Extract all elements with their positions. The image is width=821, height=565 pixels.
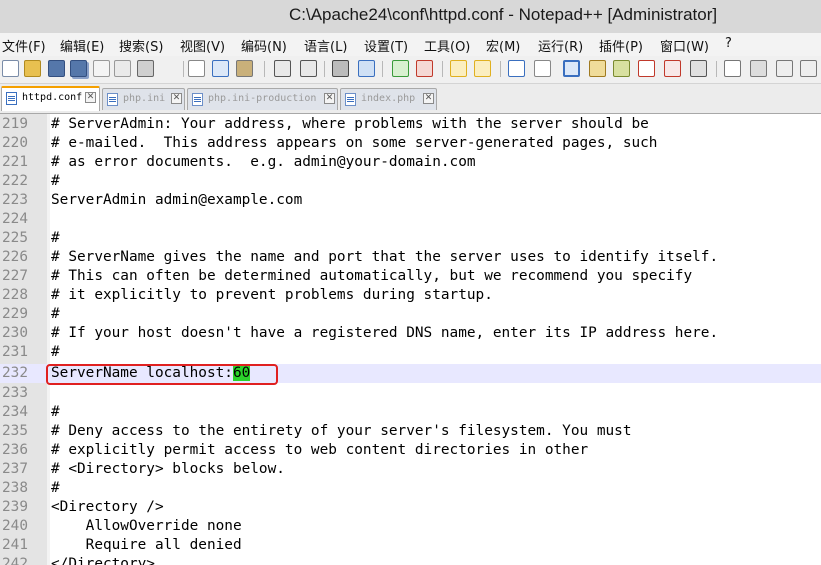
copy-icon[interactable] [212,60,229,77]
play-macro-icon[interactable] [776,60,793,77]
zoom-in-icon[interactable] [392,60,409,77]
udl-icon[interactable] [589,60,606,77]
code-line[interactable]: 221 # as error documents. e.g. admin@your… [0,153,821,172]
close-icon[interactable]: ✕ [324,93,335,104]
menu-run[interactable]: 运行(R) [538,36,583,55]
code-line[interactable]: 227 # This can often be determined automa… [0,267,821,286]
code-line[interactable]: 226 # ServerName gives the name and port … [0,248,821,267]
record-macro-icon[interactable] [724,60,741,77]
menu-settings[interactable]: 设置(T) [364,36,408,55]
editor-pane[interactable]: 219 # ServerAdmin: Your address, where pr… [0,114,821,565]
indent-guide-icon[interactable] [563,60,580,77]
show-all-chars-icon[interactable] [534,60,551,77]
run-macro-icon[interactable] [800,60,817,77]
code-line[interactable]: 225 # [0,229,821,248]
tab-index-php[interactable]: index.php ✕ [340,88,437,110]
close-icon[interactable]: ✕ [423,93,434,104]
menu-file[interactable]: 文件(F) [2,36,46,55]
find-icon[interactable] [332,60,349,77]
code-line[interactable]: 235 # Deny access to the entirety of your… [0,422,821,441]
code-line[interactable]: 236 # explicitly permit access to web con… [0,441,821,460]
document-icon [107,93,118,106]
code-line[interactable]: 242 </Directory> [0,555,821,565]
paste-icon[interactable] [236,60,253,77]
document-icon [192,93,203,106]
code-line[interactable]: 228 # it explicitly to prevent problems d… [0,286,821,305]
tab-httpd-conf[interactable]: httpd.conf ✕ [1,86,100,111]
print-icon[interactable] [137,60,154,77]
save-icon[interactable] [48,60,65,77]
monitoring-icon[interactable] [690,60,707,77]
menu-encoding[interactable]: 编码(N) [241,36,287,55]
new-file-icon[interactable] [2,60,19,77]
code-line[interactable]: 229 # [0,305,821,324]
close-all-icon[interactable] [114,60,131,77]
code-line[interactable]: 219 # ServerAdmin: Your address, where pr… [0,115,821,134]
folder-workspace-icon[interactable] [664,60,681,77]
code-line[interactable]: 234 # [0,403,821,422]
code-line[interactable]: 220 # e-mailed. This address appears on s… [0,134,821,153]
open-file-icon[interactable] [24,60,41,77]
undo-icon[interactable] [274,60,291,77]
redo-icon[interactable] [300,60,317,77]
menu-bar: 文件(F) 编辑(E) 搜索(S) 视图(V) 编码(N) 语言(L) 设置(T… [0,33,821,56]
sync-horizontal-icon[interactable] [474,60,491,77]
code-line[interactable]: 233 [0,384,821,403]
word-wrap-icon[interactable] [508,60,525,77]
stop-macro-icon[interactable] [750,60,767,77]
tab-php-ini[interactable]: php.ini ✕ [102,88,185,110]
menu-window[interactable]: 窗口(W) [660,36,709,55]
document-icon [345,93,356,106]
sync-vertical-icon[interactable] [450,60,467,77]
zoom-out-icon[interactable] [416,60,433,77]
document-icon [6,92,17,105]
title-bar: C:\Apache24\conf\httpd.conf - Notepad++ … [0,0,821,33]
menu-view[interactable]: 视图(V) [180,36,225,55]
code-line[interactable]: 239 <Directory /> [0,498,821,517]
menu-search[interactable]: 搜索(S) [119,36,163,55]
code-line[interactable]: 231 # [0,343,821,362]
menu-help[interactable]: ? [725,36,732,51]
save-all-icon[interactable] [70,60,87,77]
code-line[interactable]: 230 # If your host doesn't have a registe… [0,324,821,343]
menu-edit[interactable]: 编辑(E) [60,36,104,55]
code-line[interactable]: 237 # <Directory> blocks below. [0,460,821,479]
function-list-icon[interactable] [638,60,655,77]
code-line[interactable]: 223 ServerAdmin admin@example.com [0,191,821,210]
close-icon[interactable] [93,60,110,77]
code-line[interactable]: 240 AllowOverride none [0,517,821,536]
cut-icon[interactable] [188,60,205,77]
replace-icon[interactable] [358,60,375,77]
code-line[interactable]: 222 # [0,172,821,191]
code-line[interactable]: 238 # [0,479,821,498]
tab-bar: httpd.conf ✕ php.ini ✕ php.ini-productio… [0,84,821,114]
tab-php-ini-production[interactable]: php.ini-production ✕ [187,88,338,110]
close-icon[interactable]: ✕ [171,93,182,104]
doc-map-icon[interactable] [613,60,630,77]
annotation-callout-box [46,364,278,385]
menu-tools[interactable]: 工具(O) [424,36,470,55]
code-line[interactable]: 224 [0,210,821,229]
window-title: C:\Apache24\conf\httpd.conf - Notepad++ … [289,5,718,24]
menu-plugins[interactable]: 插件(P) [599,36,643,55]
toolbar [0,56,821,84]
menu-language[interactable]: 语言(L) [304,36,347,55]
close-icon[interactable]: ✕ [85,92,96,103]
code-line[interactable]: 241 Require all denied [0,536,821,555]
menu-macro[interactable]: 宏(M) [486,36,520,55]
